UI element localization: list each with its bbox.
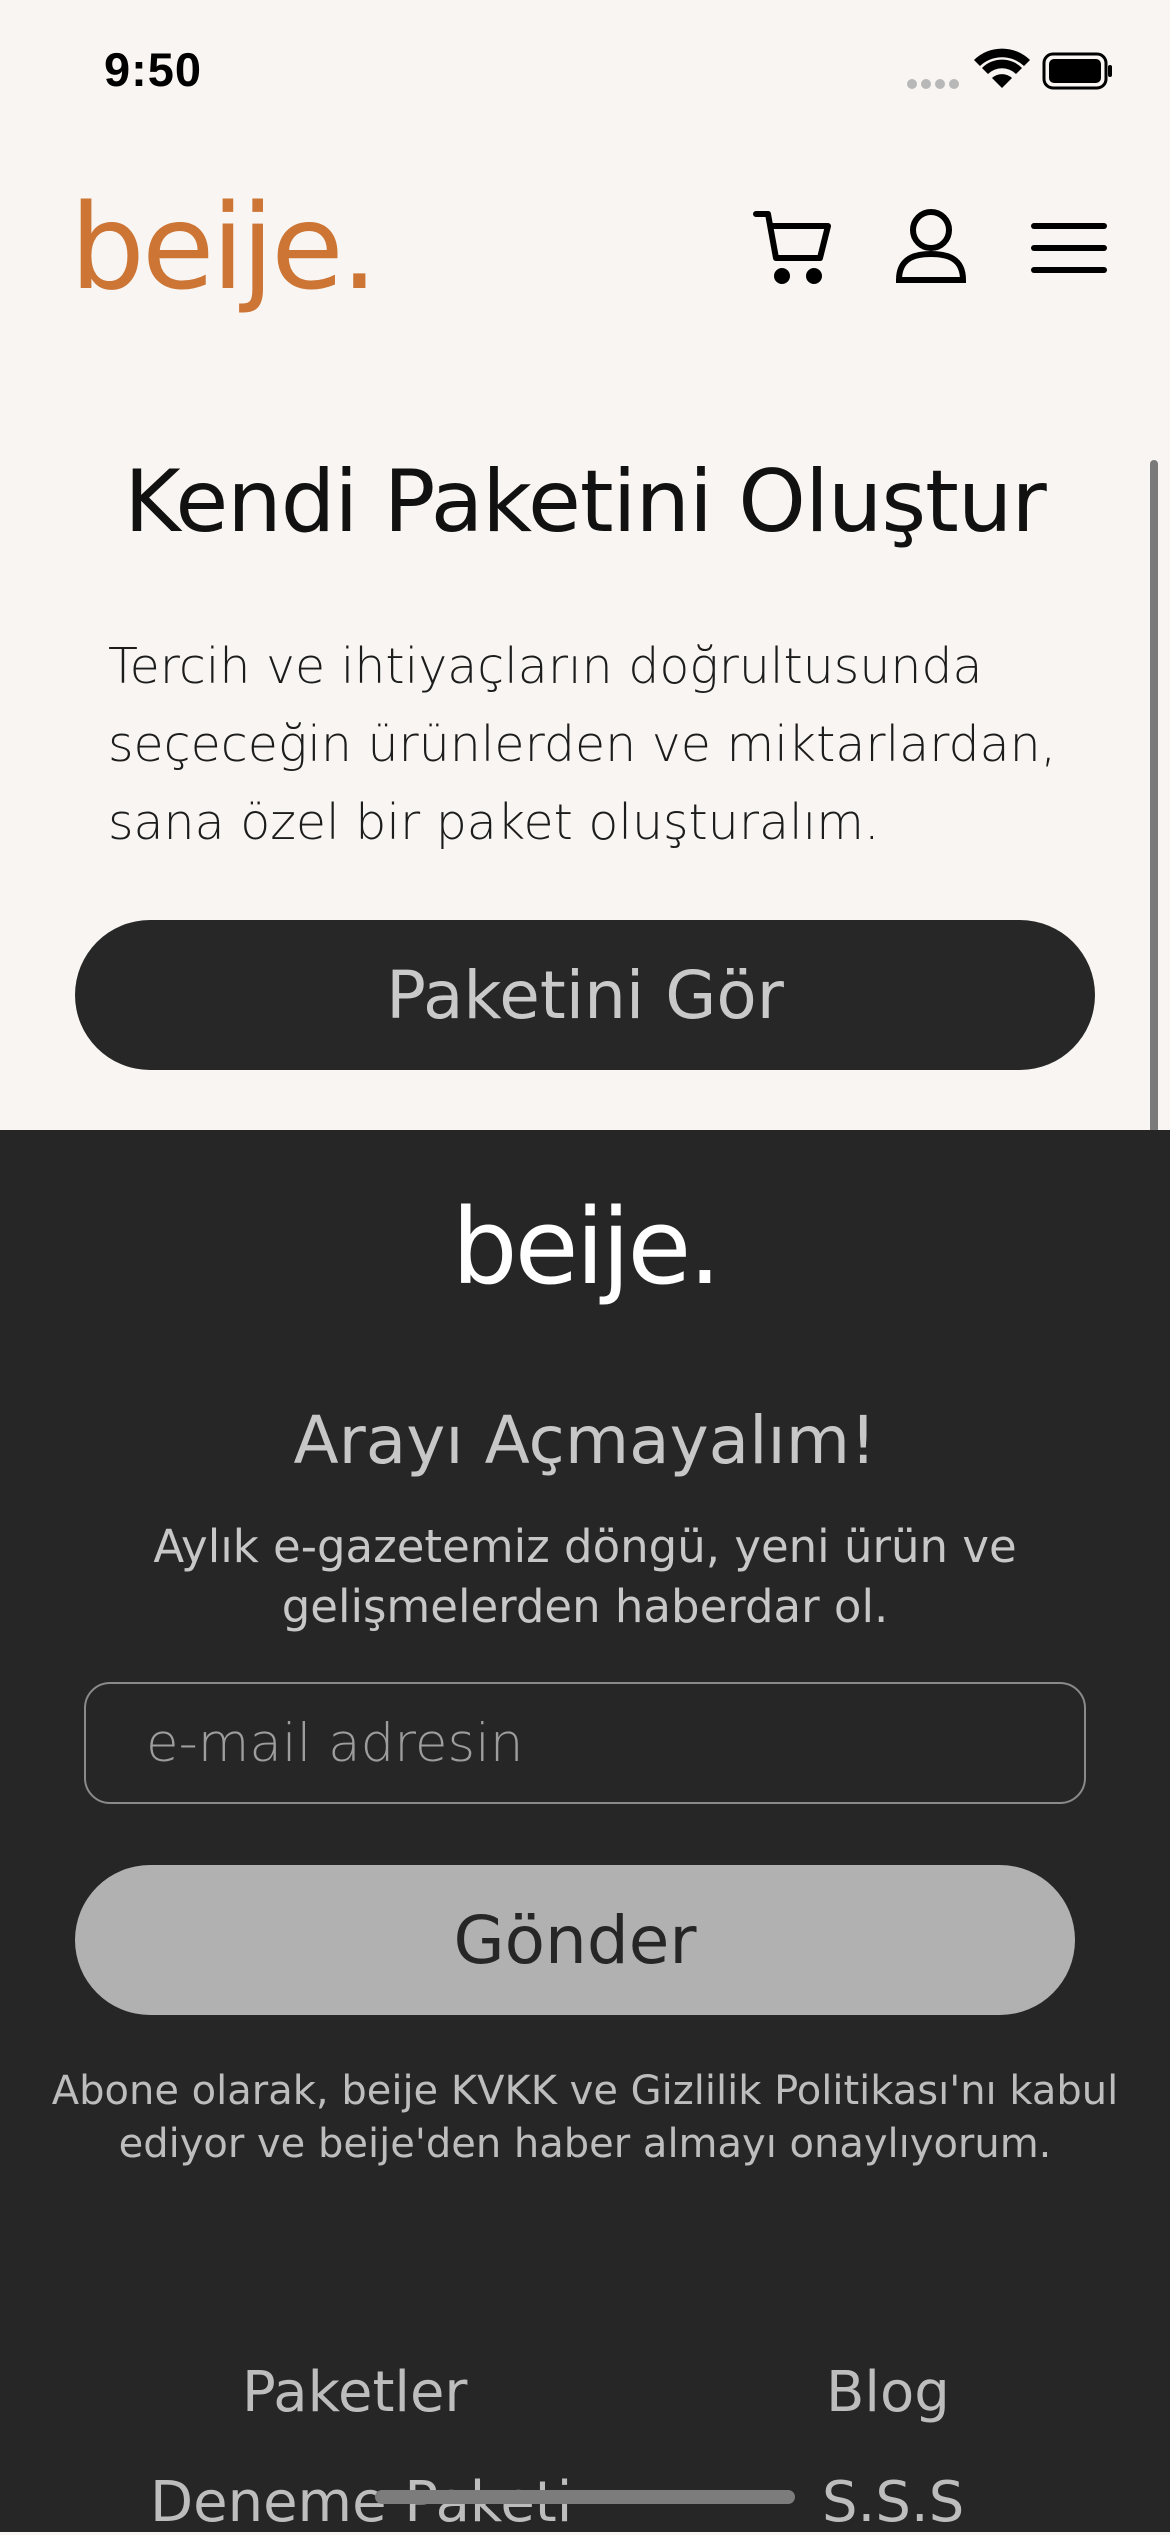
brand-logo[interactable]: beije. xyxy=(70,188,378,306)
signal-icon xyxy=(907,79,959,89)
user-icon[interactable] xyxy=(893,206,969,290)
menu-icon[interactable] xyxy=(1030,220,1108,280)
footer: beije. Arayı Açmayalım! Aylık e-gazetemi… xyxy=(0,1130,1170,2532)
status-icons xyxy=(904,48,1114,100)
status-time: 9:50 xyxy=(104,43,203,96)
see-package-button[interactable]: Paketini Gör xyxy=(75,920,1095,1070)
home-indicator[interactable] xyxy=(375,2490,795,2504)
battery-icon xyxy=(1042,52,1112,90)
scrollbar[interactable] xyxy=(1150,460,1158,1140)
send-button[interactable]: Gönder xyxy=(75,1865,1075,2015)
footer-link-blog[interactable]: Blog xyxy=(826,2365,950,2421)
hero-description: Tercih ve ihtiyaçların doğrultusunda seç… xyxy=(108,638,1057,851)
status-bar: 9:50 xyxy=(0,0,1170,150)
consent-text: Abone olarak, beije KVKK ve Gizlilik Pol… xyxy=(51,2068,1119,2167)
email-input[interactable] xyxy=(84,1682,1086,1804)
footer-link-packages[interactable]: Paketler xyxy=(242,2365,467,2421)
site-header: beije. xyxy=(0,150,1170,370)
wifi-icon xyxy=(974,48,1030,88)
newsletter-title: Arayı Açmayalım! xyxy=(293,1402,877,1479)
cart-icon[interactable] xyxy=(752,208,832,292)
footer-link-faq[interactable]: S.S.S xyxy=(822,2475,964,2531)
newsletter-description: Aylık e-gazetemiz döngü, yeni ürün ve ge… xyxy=(153,1520,1017,1633)
hero-title: Kendi Paketini Oluştur xyxy=(124,452,1047,552)
footer-logo[interactable]: beije. xyxy=(0,1195,1170,1299)
